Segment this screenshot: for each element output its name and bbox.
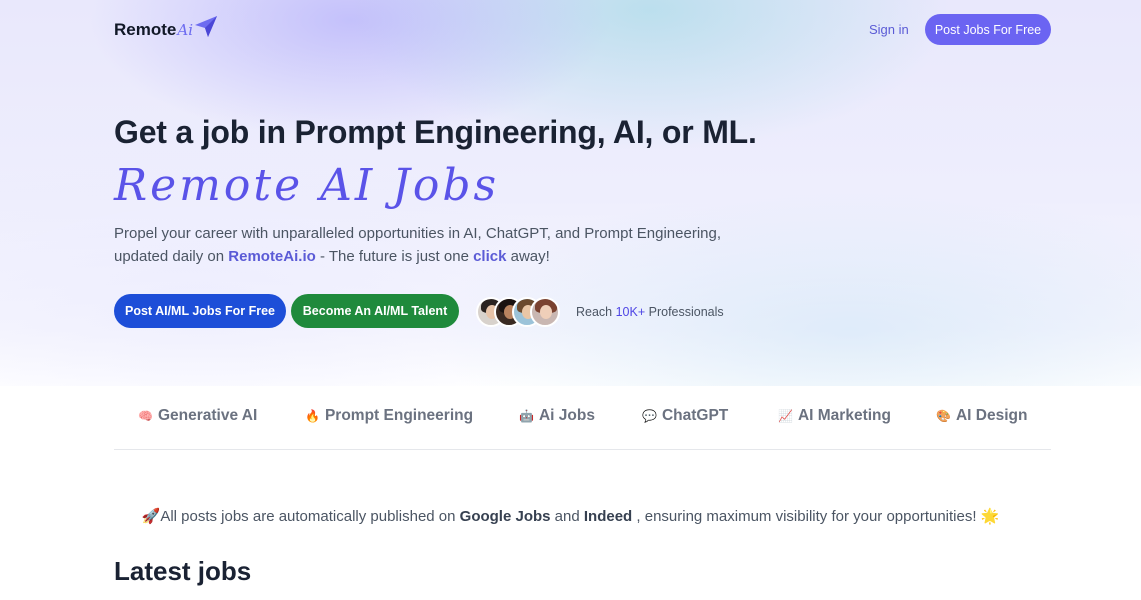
click-link[interactable]: click xyxy=(473,248,506,265)
page-headline: Get a job in Prompt Engineering, AI, or … xyxy=(114,114,757,150)
tab-label: AI Marketing xyxy=(797,407,891,424)
tab-chatgpt[interactable]: 💬 ChatGPT xyxy=(642,407,728,425)
post-ai-jobs-button[interactable]: Post AI/ML Jobs For Free xyxy=(114,294,286,328)
tab-ai-jobs[interactable]: 🤖 Ai Jobs xyxy=(519,407,595,425)
tab-prompt-engineering[interactable]: 🔥 Prompt Engineering xyxy=(305,407,473,425)
reach-prefix: Reach xyxy=(576,305,616,319)
tab-ai-design[interactable]: 🎨 AI Design xyxy=(936,407,1027,425)
paper-plane-icon xyxy=(193,13,219,44)
hero-description: Propel your career with unparalleled opp… xyxy=(114,222,754,268)
tab-label: Prompt Engineering xyxy=(324,407,474,424)
reach-suffix: Professionals xyxy=(645,305,724,319)
brain-icon: 🧠 xyxy=(138,409,153,423)
script-title: Remote AI Jobs xyxy=(114,160,500,211)
star-icon: 🌟 xyxy=(980,508,1000,525)
notice-text-2: , ensuring maximum visibility for your o… xyxy=(632,508,981,525)
category-tabs: 🧠 Generative AI 🔥 Prompt Engineering 🤖 Ai J… xyxy=(114,398,1051,450)
chart-icon: 📈 xyxy=(778,409,793,423)
palette-icon: 🎨 xyxy=(936,409,951,423)
fire-icon: 🔥 xyxy=(305,409,320,423)
post-jobs-button[interactable]: Post Jobs For Free xyxy=(925,14,1051,45)
tab-ai-marketing[interactable]: 📈 AI Marketing xyxy=(778,407,891,425)
reach-text: Reach 10K+ Professionals xyxy=(576,305,724,319)
tab-label: AI Design xyxy=(955,407,1028,424)
latest-jobs-heading: Latest jobs xyxy=(114,556,252,586)
publishing-notice: 🚀All posts jobs are automatically publis… xyxy=(0,507,1141,525)
become-talent-button[interactable]: Become An AI/ML Talent xyxy=(291,294,459,328)
notice-and: and xyxy=(550,508,584,525)
site-logo[interactable]: Remote Ai xyxy=(114,13,219,44)
speech-bubble-icon: 💬 xyxy=(642,409,657,423)
indeed-text: Indeed xyxy=(583,508,633,525)
logo-text: Remote xyxy=(114,20,177,39)
top-nav: Remote Ai Sign in Post Jobs For Free xyxy=(0,0,1141,60)
tab-label: Generative AI xyxy=(157,407,258,424)
tab-generative-ai[interactable]: 🧠 Generative AI xyxy=(138,407,257,425)
rocket-icon: 🚀 xyxy=(141,508,161,525)
tab-label: Ai Jobs xyxy=(538,407,595,424)
tab-label: ChatGPT xyxy=(661,407,729,424)
description-text-3: away! xyxy=(506,248,550,265)
notice-text: All posts jobs are automatically publish… xyxy=(160,508,460,525)
avatar-group xyxy=(476,297,560,327)
google-jobs-text: Google Jobs xyxy=(459,508,551,525)
description-text-2: - The future is just one xyxy=(315,248,474,265)
reach-number: 10K+ xyxy=(615,305,646,319)
avatar xyxy=(530,297,560,327)
logo-script: Ai xyxy=(177,21,193,39)
site-link[interactable]: RemoteAi.io xyxy=(228,248,316,265)
robot-icon: 🤖 xyxy=(519,409,534,423)
sign-in-link[interactable]: Sign in xyxy=(869,22,909,37)
